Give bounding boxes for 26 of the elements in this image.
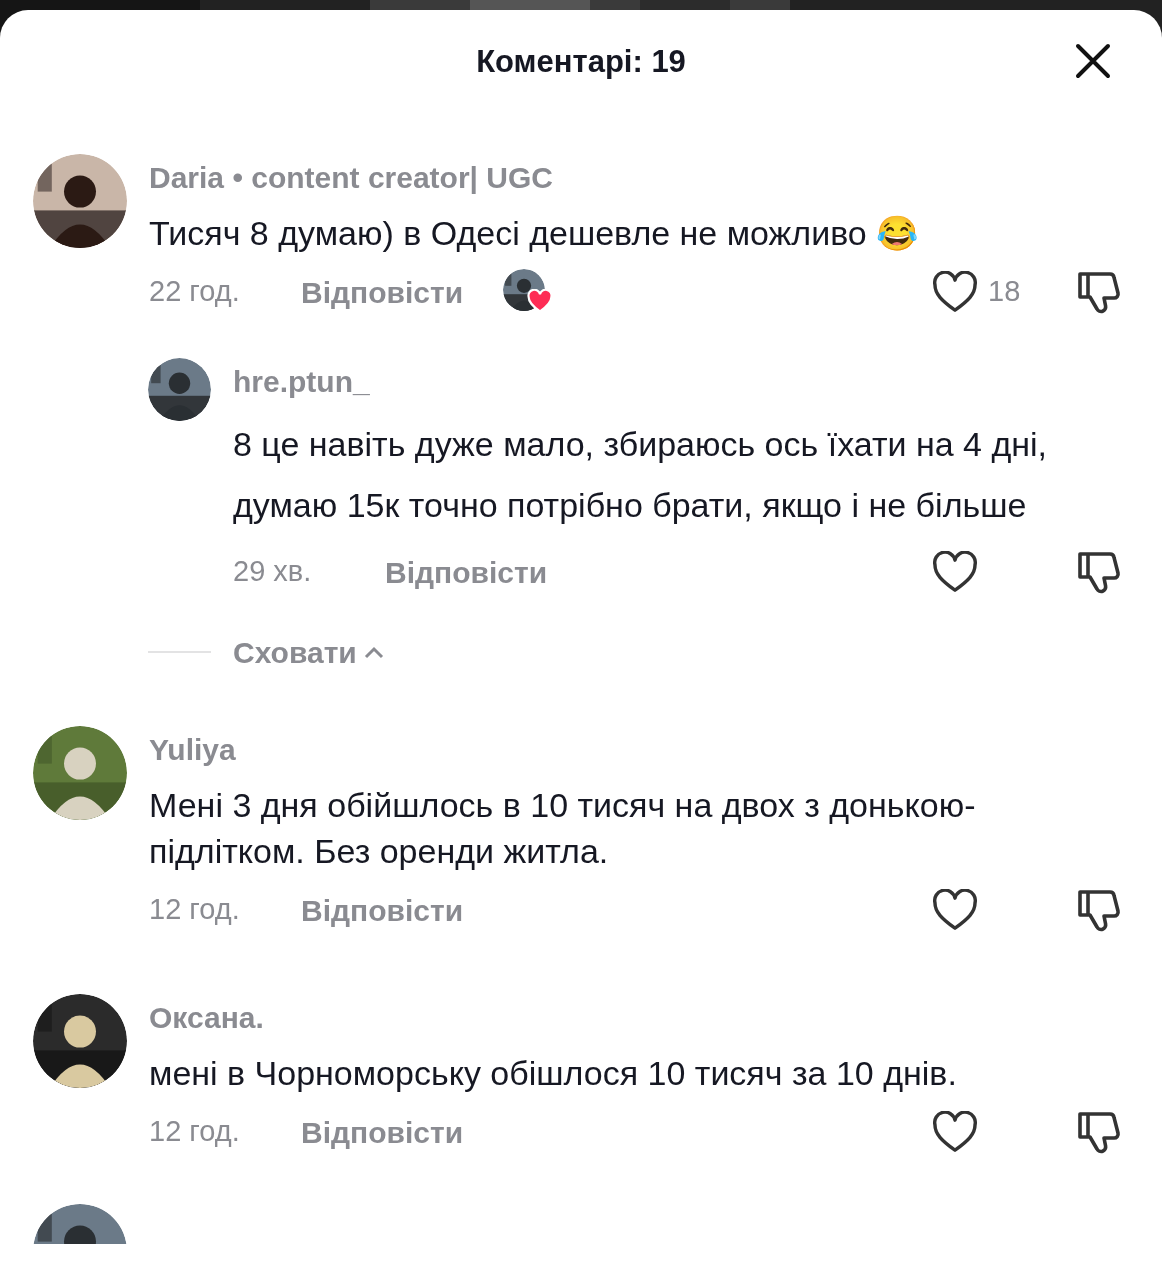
hide-replies-button[interactable]: Сховати <box>233 629 385 675</box>
comment-text: Мені 3 дня обійшлось в 10 тисяч на двох з донькою- підлітком. Без оренди житла. <box>149 785 977 872</box>
reply-button[interactable]: Відповісти <box>385 549 548 595</box>
like-count: 18 <box>988 274 1021 310</box>
comment-time: 12 год. <box>149 1114 241 1150</box>
sheet-title: Коментарі: 19 <box>476 42 686 81</box>
heart-icon[interactable] <box>932 1111 978 1153</box>
author-name: Оксана. <box>149 1000 265 1036</box>
heart-icon[interactable] <box>932 551 978 593</box>
comment-text: 8 це навіть дуже мало, збираюсь ось їхати на 4 дні, думаю 15к точно потрібно брати, якщо і не більше <box>233 424 1049 526</box>
author-name: Yuliya <box>149 732 237 768</box>
comment-time: 22 год. <box>149 274 241 310</box>
comment-time: 12 год. <box>149 892 241 928</box>
comment-text: мені в Чорноморську обішлося 10 тисяч за 10 днів. <box>149 1053 958 1094</box>
close-icon[interactable] <box>1074 42 1112 80</box>
reply-button[interactable]: Відповісти <box>301 269 464 315</box>
heart-icon[interactable] <box>932 889 978 931</box>
comment-text: Тисяч 8 думаю) в Одесі дешевле не можливо 😂 <box>149 213 920 254</box>
reply-button[interactable]: Відповісти <box>301 887 464 933</box>
chevron-up-icon <box>362 645 385 659</box>
heart-icon[interactable] <box>932 271 978 313</box>
reply-button[interactable]: Відповісти <box>301 1109 464 1155</box>
author-name: Daria • content creator| UGC <box>149 160 554 196</box>
author-name: hre.ptun_ <box>233 364 371 400</box>
comment-time: 29 хв. <box>233 554 313 590</box>
heart-badge-icon <box>527 289 554 313</box>
